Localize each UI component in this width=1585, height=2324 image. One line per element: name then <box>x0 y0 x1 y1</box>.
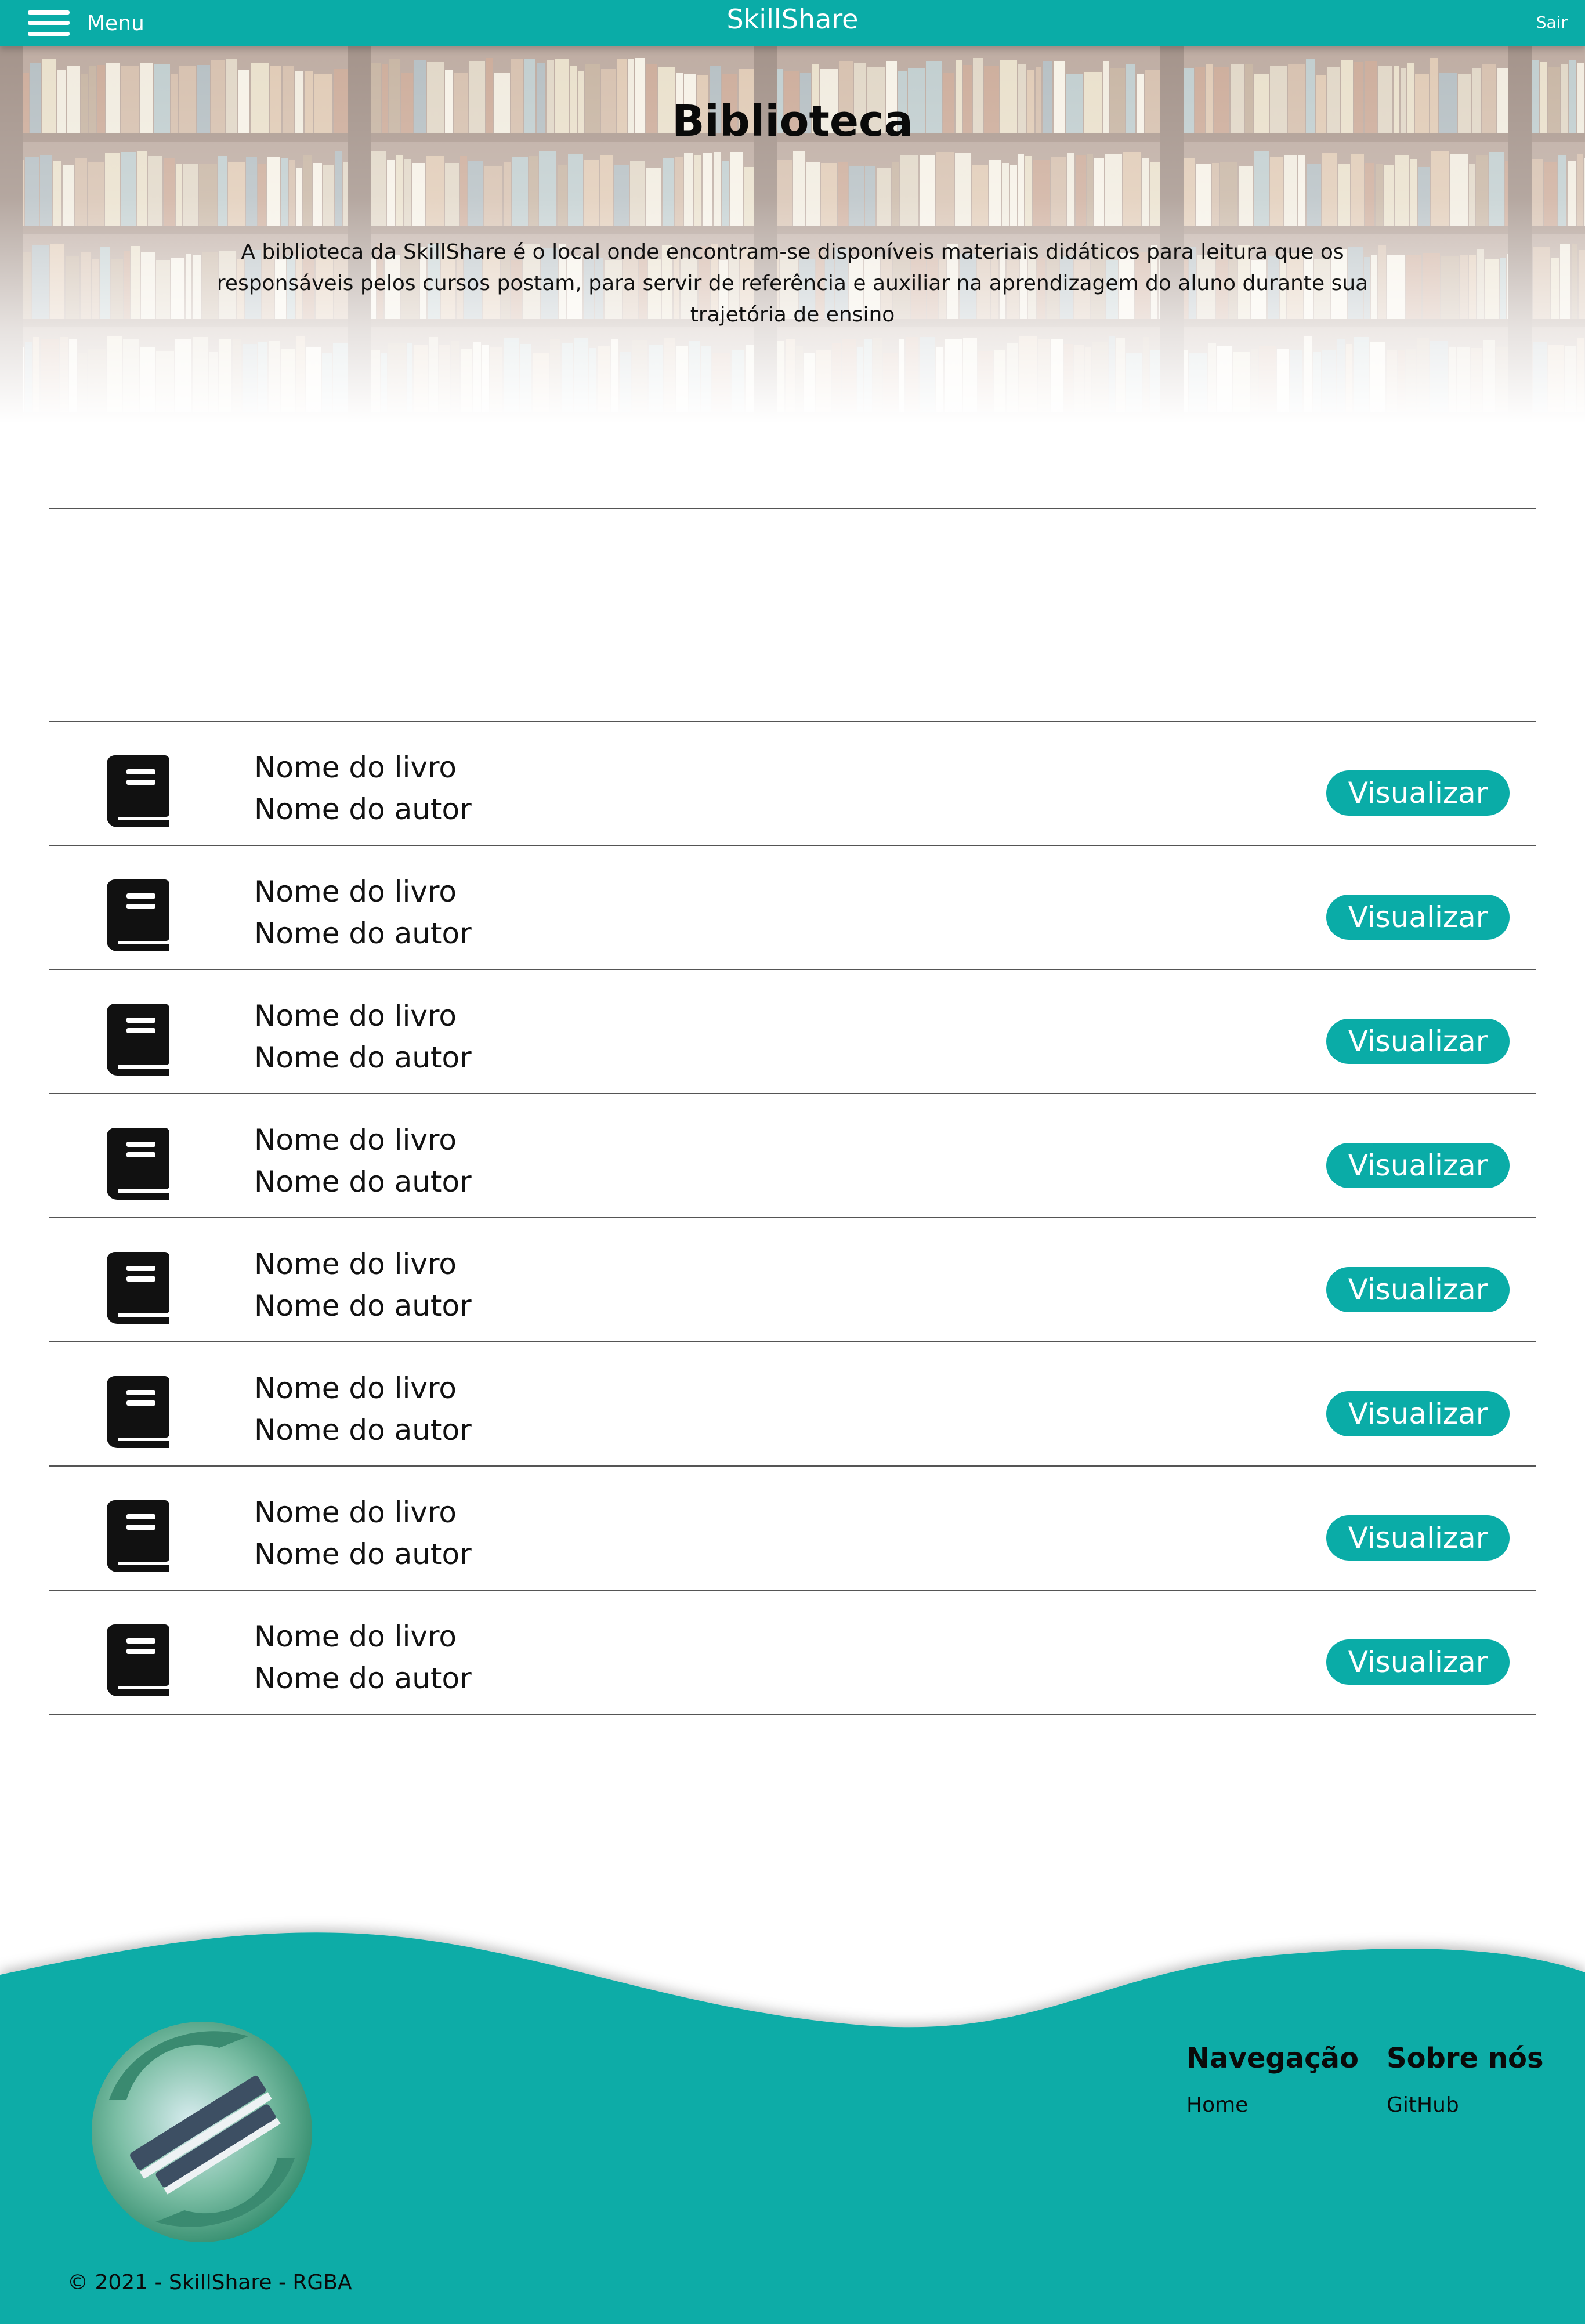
hamburger-icon[interactable] <box>28 8 70 38</box>
book-row: Nome do livro Nome do autor Visualizar <box>49 722 1536 846</box>
book-icon <box>107 1376 169 1448</box>
view-book-button[interactable]: Visualizar <box>1326 895 1510 940</box>
view-book-button[interactable]: Visualizar <box>1326 1019 1510 1064</box>
footer-home-link[interactable]: Home <box>1186 2093 1248 2117</box>
top-navbar: Menu SkillShare Sair <box>0 0 1585 46</box>
book-title: Nome do livro <box>254 751 457 784</box>
menu-label[interactable]: Menu <box>87 12 144 35</box>
book-icon <box>107 879 169 951</box>
book-row: Nome do livro Nome do autor Visualizar <box>49 1094 1536 1218</box>
book-author: Nome do autor <box>254 1661 472 1695</box>
menu-button[interactable]: Menu <box>28 6 144 41</box>
footer-nav-title: Navegação <box>1186 2042 1359 2075</box>
book-title: Nome do livro <box>254 1123 457 1157</box>
book-author: Nome do autor <box>254 1041 472 1074</box>
view-book-button[interactable]: Visualizar <box>1326 1515 1510 1561</box>
skillshare-logo <box>92 2022 312 2242</box>
book-author: Nome do autor <box>254 1537 472 1571</box>
hero-banner: Biblioteca A biblioteca da SkillShare é … <box>0 46 1585 423</box>
book-icon <box>107 1252 169 1324</box>
copyright-text: © 2021 - SkillShare - RGBA <box>67 2271 352 2294</box>
book-row: Nome do livro Nome do autor Visualizar <box>49 1342 1536 1467</box>
section-divider <box>49 508 1536 509</box>
book-author: Nome do autor <box>254 1289 472 1323</box>
book-author: Nome do autor <box>254 792 472 826</box>
view-book-button[interactable]: Visualizar <box>1326 770 1510 816</box>
brand-title: SkillShare <box>726 3 859 35</box>
book-row: Nome do livro Nome do autor Visualizar <box>49 1591 1536 1715</box>
footer-about-title: Sobre nós <box>1387 2042 1544 2075</box>
footer-github-link[interactable]: GitHub <box>1387 2093 1459 2117</box>
book-title: Nome do livro <box>254 1247 457 1281</box>
book-icon <box>107 1128 169 1200</box>
book-author: Nome do autor <box>254 1413 472 1447</box>
book-title: Nome do livro <box>254 999 457 1033</box>
view-book-button[interactable]: Visualizar <box>1326 1267 1510 1312</box>
book-row: Nome do livro Nome do autor Visualizar <box>49 970 1536 1094</box>
book-author: Nome do autor <box>254 1165 472 1199</box>
view-book-button[interactable]: Visualizar <box>1326 1639 1510 1685</box>
book-icon <box>107 755 169 827</box>
book-row: Nome do livro Nome do autor Visualizar <box>49 1218 1536 1342</box>
book-title: Nome do livro <box>254 875 457 908</box>
book-icon <box>107 1624 169 1696</box>
logout-link[interactable]: Sair <box>1536 13 1568 32</box>
page-description: A biblioteca da SkillShare é o local ond… <box>216 240 1369 327</box>
book-author: Nome do autor <box>254 917 472 950</box>
book-title: Nome do livro <box>254 1496 457 1529</box>
book-row: Nome do livro Nome do autor Visualizar <box>49 846 1536 970</box>
book-list: Nome do livro Nome do autor Visualizar Nome… <box>49 722 1536 1715</box>
book-title: Nome do livro <box>254 1371 457 1405</box>
book-icon <box>107 1500 169 1572</box>
book-row: Nome do livro Nome do autor Visualizar <box>49 1467 1536 1591</box>
book-title: Nome do livro <box>254 1620 457 1653</box>
view-book-button[interactable]: Visualizar <box>1326 1391 1510 1436</box>
book-icon <box>107 1004 169 1076</box>
page-title: Biblioteca <box>672 96 913 146</box>
view-book-button[interactable]: Visualizar <box>1326 1143 1510 1188</box>
